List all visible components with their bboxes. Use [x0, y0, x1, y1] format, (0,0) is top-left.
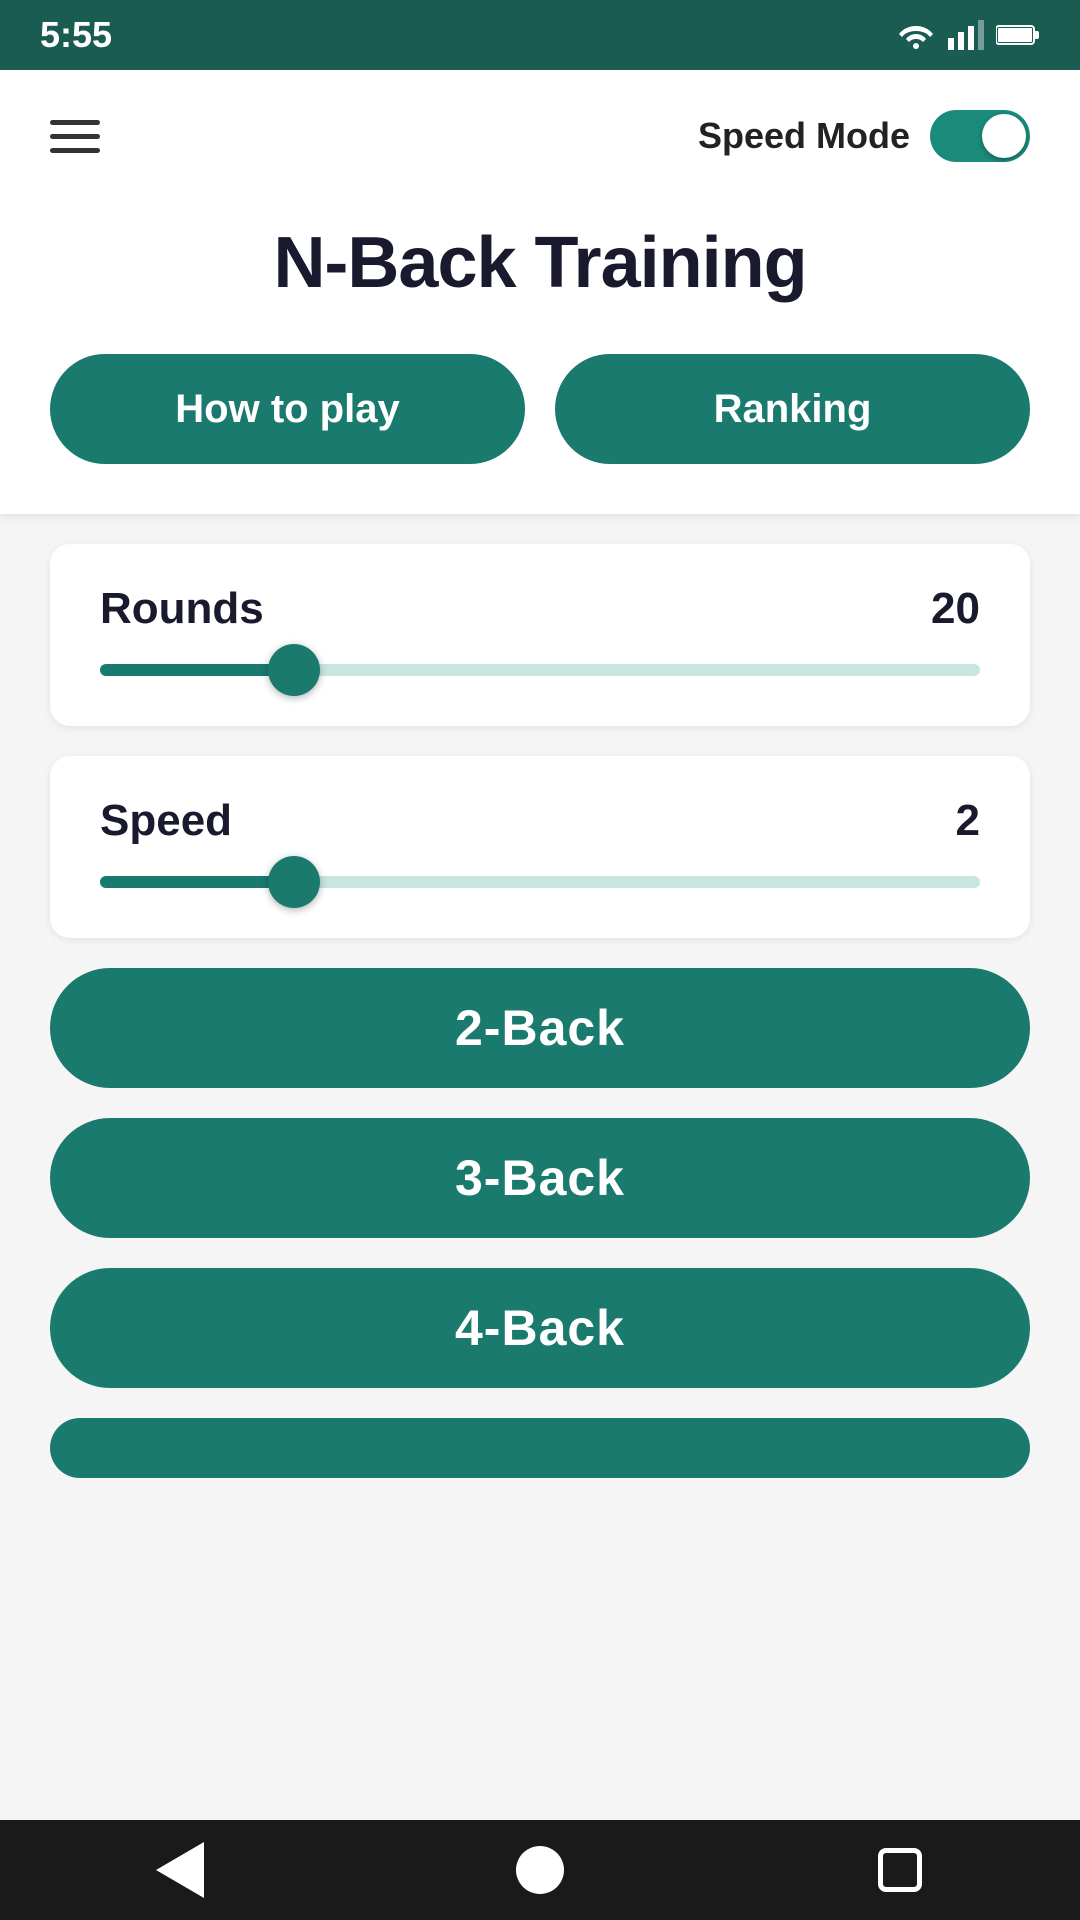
rounds-slider-card: Rounds 20	[50, 544, 1030, 726]
app-title: N-Back Training	[50, 222, 1030, 304]
speed-slider-thumb[interactable]	[268, 856, 320, 908]
speed-tick-2	[756, 878, 764, 886]
two-back-button[interactable]: 2-Back	[50, 968, 1030, 1088]
hamburger-line-1	[50, 120, 100, 125]
rounds-value: 20	[931, 584, 980, 634]
speed-slider-fill	[100, 876, 294, 888]
speed-value: 2	[956, 796, 980, 846]
rounds-slider-track[interactable]	[100, 664, 980, 676]
hamburger-line-3	[50, 148, 100, 153]
rounds-label: Rounds	[100, 584, 264, 634]
game-buttons: 2-Back 3-Back 4-Back	[0, 968, 1080, 1478]
nav-home-button[interactable]	[500, 1830, 580, 1910]
signal-icon	[948, 20, 984, 50]
hamburger-menu[interactable]	[50, 120, 100, 153]
five-back-button-partial[interactable]	[50, 1418, 1030, 1478]
speed-label: Speed	[100, 796, 232, 846]
header-right: Speed Mode	[698, 110, 1030, 162]
rounds-tick-2	[756, 666, 764, 674]
speed-slider-track[interactable]	[100, 876, 980, 888]
back-icon	[156, 1842, 204, 1898]
battery-icon	[996, 23, 1040, 47]
rounds-slider-fill	[100, 664, 294, 676]
ranking-button[interactable]: Ranking	[555, 354, 1030, 464]
sliders-section: Rounds 20 Speed 2	[0, 544, 1080, 938]
speed-mode-toggle[interactable]	[930, 110, 1030, 162]
nav-recents-button[interactable]	[860, 1830, 940, 1910]
rounds-tick-1	[536, 666, 544, 674]
wifi-icon	[896, 20, 936, 50]
status-icons	[896, 20, 1040, 50]
status-time: 5:55	[40, 14, 112, 56]
hamburger-line-2	[50, 134, 100, 139]
main-content: Speed Mode N-Back Training How to play R…	[0, 70, 1080, 1820]
bottom-nav	[0, 1820, 1080, 1920]
top-card: Speed Mode N-Back Training How to play R…	[0, 70, 1080, 514]
home-icon	[516, 1846, 564, 1894]
header: Speed Mode	[50, 110, 1030, 162]
rounds-slider-thumb[interactable]	[268, 644, 320, 696]
how-to-play-button[interactable]: How to play	[50, 354, 525, 464]
rounds-slider-header: Rounds 20	[100, 584, 980, 634]
speed-slider-card: Speed 2	[50, 756, 1030, 938]
nav-back-button[interactable]	[140, 1830, 220, 1910]
three-back-button[interactable]: 3-Back	[50, 1118, 1030, 1238]
speed-tick-1	[536, 878, 544, 886]
status-bar: 5:55	[0, 0, 1080, 70]
top-buttons-row: How to play Ranking	[50, 354, 1030, 464]
four-back-button[interactable]: 4-Back	[50, 1268, 1030, 1388]
speed-mode-label: Speed Mode	[698, 115, 910, 157]
recents-icon	[878, 1848, 922, 1892]
speed-slider-header: Speed 2	[100, 796, 980, 846]
